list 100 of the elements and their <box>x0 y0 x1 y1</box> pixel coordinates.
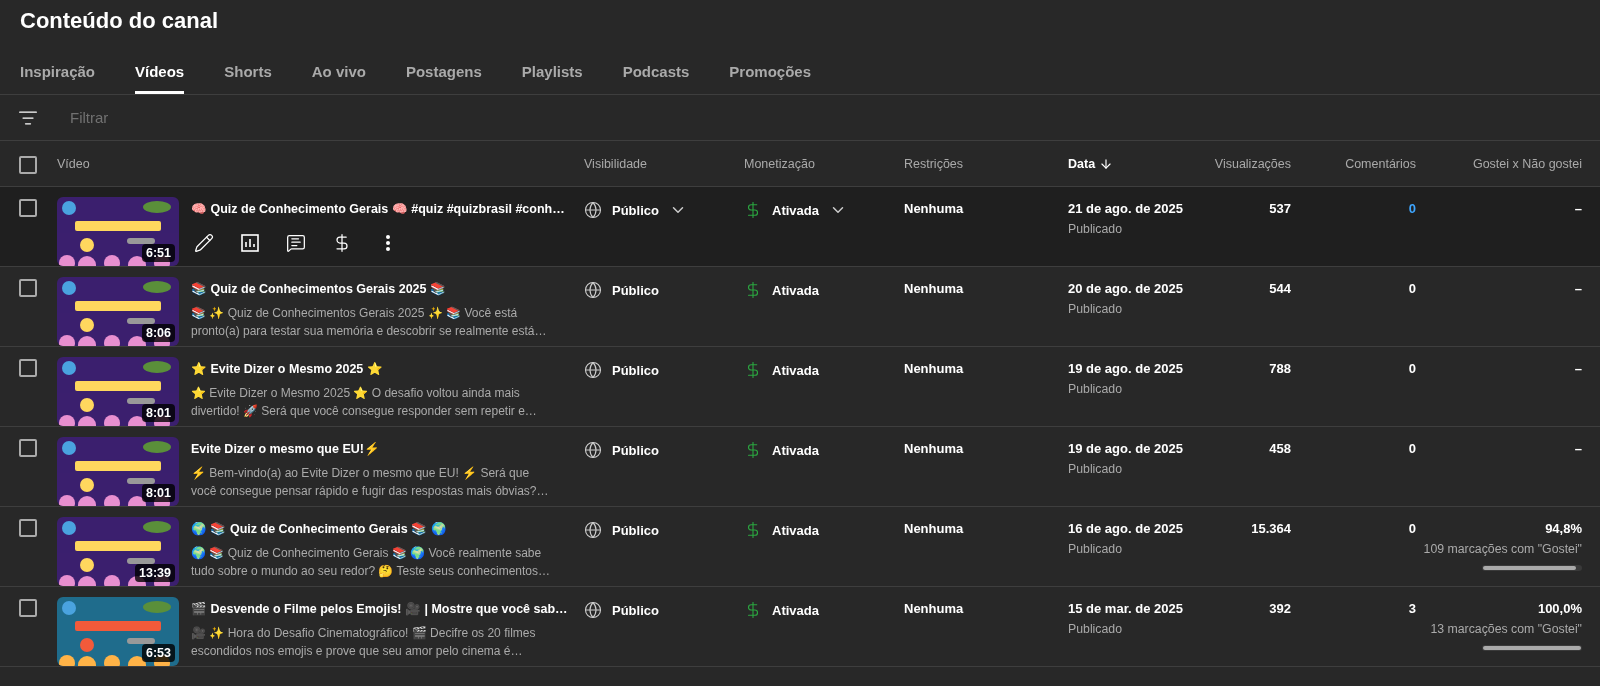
row-checkbox[interactable] <box>19 599 37 617</box>
status-label: Publicado <box>1068 462 1123 476</box>
date-label: 21 de ago. de 2025 <box>1068 201 1184 216</box>
visibility-label: Público <box>612 282 659 298</box>
video-title[interactable]: 🧠 Quiz de Conhecimento Gerais 🧠 #quiz #quizbrasil #conh… <box>191 201 565 218</box>
comments-count: 0 <box>1407 280 1416 296</box>
video-description: ⚡ Bem-vindo(a) ao Evite Dizer o mesmo que EU! ⚡ Será que você consegue pensar rápido e fugir das respostas mais óbvias?… <box>191 465 550 500</box>
column-header[interactable]: Gostei x Não gostei <box>1416 156 1582 171</box>
visibility-label: Público <box>612 442 659 458</box>
tab[interactable]: Shorts <box>224 48 272 94</box>
date-label: 16 de ago. de 2025 <box>1068 521 1184 536</box>
video-title[interactable]: 🌍 📚 Quiz de Conhecimento Gerais 📚 🌍 <box>191 521 447 538</box>
restrictions-label: Nenhuma <box>904 280 965 296</box>
visibility-label: Público <box>612 522 659 538</box>
comments-count: 0 <box>1407 360 1416 376</box>
likes-percent: 94,8% <box>1545 521 1582 536</box>
tab[interactable]: Promoções <box>729 48 812 94</box>
restrictions-label: Nenhuma <box>904 600 965 616</box>
status-label: Publicado <box>1068 222 1123 236</box>
analytics-icon <box>240 233 260 253</box>
tab[interactable]: Podcasts <box>622 48 690 94</box>
date-label: 19 de ago. de 2025 <box>1068 441 1184 456</box>
column-header[interactable]: Monetização <box>744 156 904 171</box>
page-title: Conteúdo do canal <box>19 7 219 35</box>
likes-percent: – <box>1574 441 1582 456</box>
restrictions-label: Nenhuma <box>904 200 965 216</box>
comments-count: 3 <box>1407 600 1416 616</box>
views-count: 544 <box>1268 280 1291 296</box>
select-all-checkbox[interactable] <box>19 155 37 174</box>
tab[interactable]: Inspiração <box>20 48 96 94</box>
globe-icon <box>584 281 602 299</box>
row-checkbox[interactable] <box>19 359 37 377</box>
globe-icon <box>584 361 602 379</box>
row-checkbox[interactable] <box>19 279 37 297</box>
comments-count[interactable]: 0 <box>1291 197 1416 216</box>
likes-percent: – <box>1574 361 1582 376</box>
views-count: 458 <box>1268 440 1291 456</box>
likes-percent: 100,0% <box>1537 601 1582 616</box>
date-label: 15 de mar. de 2025 <box>1068 601 1184 616</box>
visibility-label: Público <box>612 202 659 218</box>
date-label: 20 de ago. de 2025 <box>1068 281 1184 296</box>
row-checkbox[interactable] <box>19 439 37 457</box>
pencil-icon <box>194 233 214 253</box>
likes-count: 13 marcações com "Gostei" <box>1430 622 1582 636</box>
row-checkbox[interactable] <box>19 199 37 217</box>
date-label: 19 de ago. de 2025 <box>1068 361 1184 376</box>
visibility-label: Público <box>612 362 659 378</box>
likes-percent: – <box>1574 281 1582 296</box>
tab[interactable]: Postagens <box>405 48 482 94</box>
restrictions-label: Nenhuma <box>904 360 965 376</box>
video-title[interactable]: 🎬 Desvende o Filme pelos Emojis! 🎥 | Mostre que você sab… <box>191 601 568 618</box>
views-count: 15.364 <box>1250 520 1291 536</box>
video-row[interactable]: 6:51 🧠 Quiz de Conhecimento Gerais 🧠 #quiz #quizbrasil #conh… Público Ativada Nenhuma 21 de ago. de 2025 Publicado 537 0 – <box>0 187 1600 267</box>
views-count: 788 <box>1268 360 1291 376</box>
likes-count: 109 marcações com "Gostei" <box>1423 542 1582 556</box>
restrictions-label: Nenhuma <box>904 520 965 536</box>
tab[interactable]: Playlists <box>521 48 583 94</box>
views-count: 537 <box>1268 200 1291 216</box>
video-description: 📚 ✨ Quiz de Conhecimentos Gerais 2025 ✨ 📚 Você está pronto(a) para testar sua memória e descobrir se realmente está… <box>191 305 548 340</box>
monetization-label: Ativada <box>772 442 819 458</box>
column-header[interactable]: Visibilidade <box>584 156 744 171</box>
status-label: Publicado <box>1068 302 1123 316</box>
monetization-label: Ativada <box>772 202 819 218</box>
more-icon <box>386 235 390 251</box>
duration-label: 8:01 <box>141 404 175 422</box>
column-header[interactable]: Comentários <box>1291 156 1416 171</box>
column-header[interactable]: Vídeo <box>57 156 584 171</box>
likes-percent: – <box>1574 201 1582 216</box>
globe-icon <box>584 201 602 219</box>
globe-icon <box>584 441 602 459</box>
duration-label: 8:06 <box>141 324 175 342</box>
monetization-label: Ativada <box>772 362 819 378</box>
status-label: Publicado <box>1068 622 1123 636</box>
duration-label: 6:51 <box>141 244 175 262</box>
restrictions-label: Nenhuma <box>904 440 965 456</box>
globe-icon <box>584 601 602 619</box>
video-title[interactable]: ⭐ Evite Dizer o Mesmo 2025 ⭐ <box>191 361 383 378</box>
column-header[interactable]: Restrições <box>904 156 1068 171</box>
monetization-label: Ativada <box>772 602 819 618</box>
column-header[interactable]: Visualizações <box>1198 156 1291 171</box>
monetization-label: Ativada <box>772 282 819 298</box>
comments-count: 0 <box>1407 520 1416 536</box>
duration-label: 13:39 <box>135 564 175 582</box>
filter-field[interactable]: Filtrar <box>68 108 368 127</box>
tab[interactable]: Vídeos <box>135 48 185 94</box>
duration-label: 8:01 <box>141 484 175 502</box>
video-title[interactable]: 📚 Quiz de Conhecimentos Gerais 2025 📚 <box>191 281 446 298</box>
monetization-label: Ativada <box>772 522 819 538</box>
video-description: ⭐ Evite Dizer o Mesmo 2025 ⭐ O desafio voltou ainda mais divertido! 🚀 Será que você consegue responder sem repetir e… <box>191 385 538 420</box>
video-title[interactable]: Evite Dizer o mesmo que EU!⚡ <box>191 441 380 458</box>
comment-icon <box>286 233 306 253</box>
status-label: Publicado <box>1068 542 1123 556</box>
column-header[interactable]: Data <box>1068 156 1198 171</box>
duration-label: 6:53 <box>141 644 175 662</box>
row-checkbox[interactable] <box>19 519 37 537</box>
tab[interactable]: Ao vivo <box>311 48 366 94</box>
visibility-label: Público <box>612 602 659 618</box>
status-label: Publicado <box>1068 382 1123 396</box>
globe-icon <box>584 521 602 539</box>
video-description: 🌍 📚 Quiz de Conhecimento Gerais 📚 🌍 Você realmente sabe tudo sobre o mundo ao seu redor? 🤔 Teste seus conhecimentos… <box>191 545 551 580</box>
